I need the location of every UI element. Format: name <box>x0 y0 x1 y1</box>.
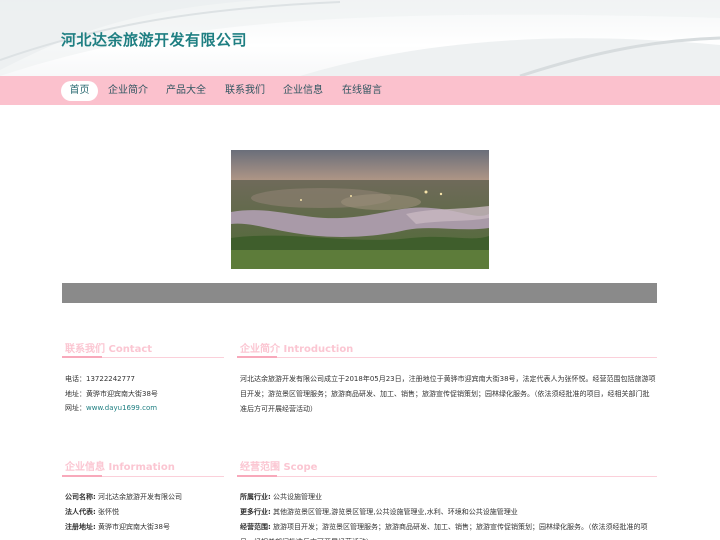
scope-title-underline <box>237 475 657 477</box>
website-link[interactable]: www.dayu1699.com <box>86 404 157 412</box>
scope-section-title: 经营范围 Scope <box>240 462 318 473</box>
scope-range-row: 经营范围: 旅游项目开发；游览景区管理服务；旅游商品研发、加工、销售；旅游宣传促… <box>240 520 656 540</box>
more-industry-value: 其他游览景区管理,游览景区管理,公共设施管理业,水利、环境和公共设施管理业 <box>273 508 518 516</box>
info-company-row: 公司名称: 河北达余旅游开发有限公司 <box>65 490 182 505</box>
website-label: 网址： <box>65 404 86 412</box>
banner-image <box>231 150 489 269</box>
intro-section-title: 企业简介 Introduction <box>240 344 354 355</box>
nav-item-info[interactable]: 企业信息 <box>281 81 325 101</box>
company-value: 河北达余旅游开发有限公司 <box>98 493 183 501</box>
contact-title-underline <box>62 356 224 358</box>
header: 河北达余旅游开发有限公司 <box>0 0 720 76</box>
legal-label: 法人代表: <box>65 508 96 516</box>
info-section-title: 企业信息 Information <box>65 462 175 473</box>
intro-title-underline <box>237 356 657 358</box>
contact-section-title: 联系我们 Contact <box>65 344 153 355</box>
site-title[interactable]: 河北达余旅游开发有限公司 <box>61 29 247 50</box>
phone-value: 13722242777 <box>86 375 135 383</box>
nav-item-message[interactable]: 在线留言 <box>339 81 385 101</box>
info-reg-address-row: 注册地址: 黄骅市迎宾南大街38号 <box>65 520 170 535</box>
legal-value: 张怀悦 <box>98 508 120 516</box>
main-nav: 首页 企业简介 产品大全 联系我们 企业信息 在线留言 <box>0 76 720 105</box>
contact-website-row: 网址：www.dayu1699.com <box>65 401 157 416</box>
nav-item-about[interactable]: 企业简介 <box>106 81 150 101</box>
scope-more-row: 更多行业: 其他游览景区管理,游览景区管理,公共设施管理业,水利、环境和公共设施… <box>240 505 518 520</box>
intro-text: 河北达余旅游开发有限公司成立于2018年05月23日，注册地位于黄骅市迎宾南大街… <box>240 375 656 413</box>
info-title-underline <box>62 475 224 477</box>
range-value: 旅游项目开发；游览景区管理服务；旅游商品研发、加工、销售；旅游宣传促销策划；园林… <box>240 523 648 540</box>
contact-phone-row: 电话：13722242777 <box>65 372 135 387</box>
more-industry-label: 更多行业: <box>240 508 271 516</box>
address-value: 黄骅市迎宾南大街38号 <box>86 390 158 398</box>
company-label: 公司名称: <box>65 493 96 501</box>
contact-address-row: 地址：黄骅市迎宾南大街38号 <box>65 387 158 402</box>
reg-address-value: 黄骅市迎宾南大街38号 <box>98 523 170 531</box>
info-legal-row: 法人代表: 张怀悦 <box>65 505 119 520</box>
scope-industry-row: 所属行业: 公共设施管理业 <box>240 490 322 505</box>
industry-label: 所属行业: <box>240 493 271 501</box>
reg-address-label: 注册地址: <box>65 523 96 531</box>
nav-item-products[interactable]: 产品大全 <box>164 81 208 101</box>
industry-value: 公共设施管理业 <box>273 493 323 501</box>
gray-divider-bar <box>62 283 657 303</box>
range-label: 经营范围: <box>240 523 271 531</box>
address-label: 地址： <box>65 390 86 398</box>
phone-label: 电话： <box>65 375 86 383</box>
nav-item-home[interactable]: 首页 <box>61 81 98 101</box>
nav-item-contact[interactable]: 联系我们 <box>223 81 267 101</box>
